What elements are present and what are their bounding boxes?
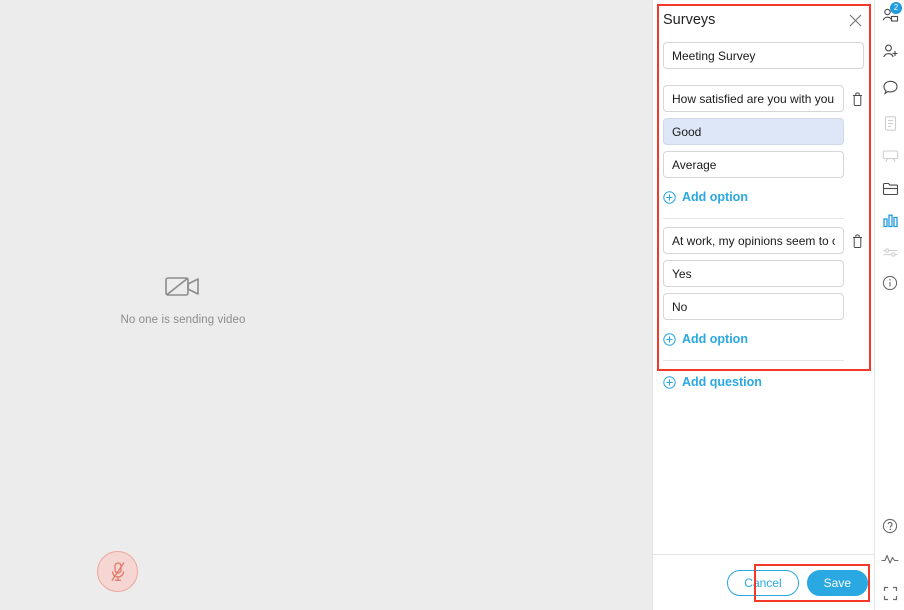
rail-item-chat[interactable]	[875, 72, 904, 102]
question-row	[663, 85, 864, 112]
add-question-divider	[663, 360, 844, 361]
rail-item-settings[interactable]	[875, 237, 904, 267]
question-block: Add option	[663, 85, 864, 210]
polls-chart-icon	[882, 214, 898, 227]
option-row	[663, 260, 864, 287]
right-icon-rail: 2	[874, 0, 904, 610]
question-block: Add option	[663, 227, 864, 352]
microphone-muted-icon	[110, 561, 125, 581]
rail-item-info[interactable]	[875, 268, 904, 298]
files-icon	[882, 182, 898, 195]
option-input[interactable]	[663, 260, 844, 287]
mute-indicator[interactable]	[97, 551, 138, 592]
plus-circle-icon	[663, 332, 676, 346]
participants-badge: 2	[890, 2, 902, 14]
meeting-app-window: No one is sending video Surveys Meeting …	[0, 0, 904, 610]
add-question-button[interactable]: Add question	[663, 369, 864, 395]
save-button[interactable]: Save	[806, 569, 868, 596]
option-input[interactable]	[663, 118, 844, 145]
trash-glyph	[852, 92, 862, 106]
rail-item-participants[interactable]: 2	[875, 0, 904, 30]
question-row	[663, 227, 864, 254]
network-activity-icon	[881, 554, 899, 564]
help-icon	[882, 518, 898, 534]
settings-sliders-icon	[883, 247, 897, 257]
add-option-button[interactable]: Add option	[663, 326, 864, 352]
add-question-label: Add question	[682, 375, 762, 389]
close-icon[interactable]	[846, 11, 864, 29]
fullscreen-icon	[883, 586, 897, 600]
surveys-panel-body: Surveys Meeting Survey How satisfied are…	[653, 0, 874, 554]
whiteboard-icon	[882, 150, 898, 162]
info-icon	[882, 275, 898, 291]
cancel-button[interactable]: Cancel	[727, 569, 799, 596]
video-stage: No one is sending video	[0, 0, 652, 610]
chat-icon	[882, 80, 898, 95]
rail-item-invite-user[interactable]	[875, 36, 904, 66]
rail-item-network[interactable]	[875, 544, 904, 574]
question-divider	[663, 218, 844, 219]
close-glyph	[849, 14, 861, 26]
survey-name-input[interactable]	[663, 42, 864, 69]
notes-icon	[884, 115, 896, 131]
trash-glyph	[852, 234, 862, 248]
add-option-button[interactable]: Add option	[663, 184, 864, 210]
rail-item-fullscreen[interactable]	[875, 578, 904, 608]
survey-editor: Surveys Meeting Survey How satisfied are…	[653, 0, 874, 395]
surveys-panel-footer: Cancel Save	[653, 554, 874, 610]
trash-icon[interactable]	[850, 233, 864, 249]
option-row	[663, 118, 864, 145]
camera-off-icon	[165, 277, 199, 296]
rail-item-notes[interactable]	[875, 108, 904, 138]
question-text-input[interactable]	[663, 227, 844, 254]
question-text-input[interactable]	[663, 85, 844, 112]
rail-item-help[interactable]	[875, 511, 904, 541]
trash-icon[interactable]	[850, 91, 864, 107]
survey-panel-header: Surveys	[663, 6, 864, 34]
option-input[interactable]	[663, 293, 844, 320]
add-option-label: Add option	[682, 332, 748, 346]
rail-item-whiteboard[interactable]	[875, 141, 904, 171]
rail-item-files[interactable]	[875, 173, 904, 203]
surveys-panel: Surveys Meeting Survey How satisfied are…	[652, 0, 874, 610]
panel-title: Surveys	[663, 12, 716, 28]
plus-circle-icon	[663, 375, 676, 389]
rail-item-polls[interactable]	[875, 205, 904, 235]
plus-circle-icon	[663, 190, 676, 204]
option-input[interactable]	[663, 151, 844, 178]
invite-user-icon	[882, 44, 897, 57]
option-row	[663, 151, 864, 178]
no-video-text: No one is sending video	[120, 314, 246, 326]
option-row	[663, 293, 864, 320]
no-video-placeholder: No one is sending video	[0, 274, 366, 326]
add-option-label: Add option	[682, 190, 748, 204]
